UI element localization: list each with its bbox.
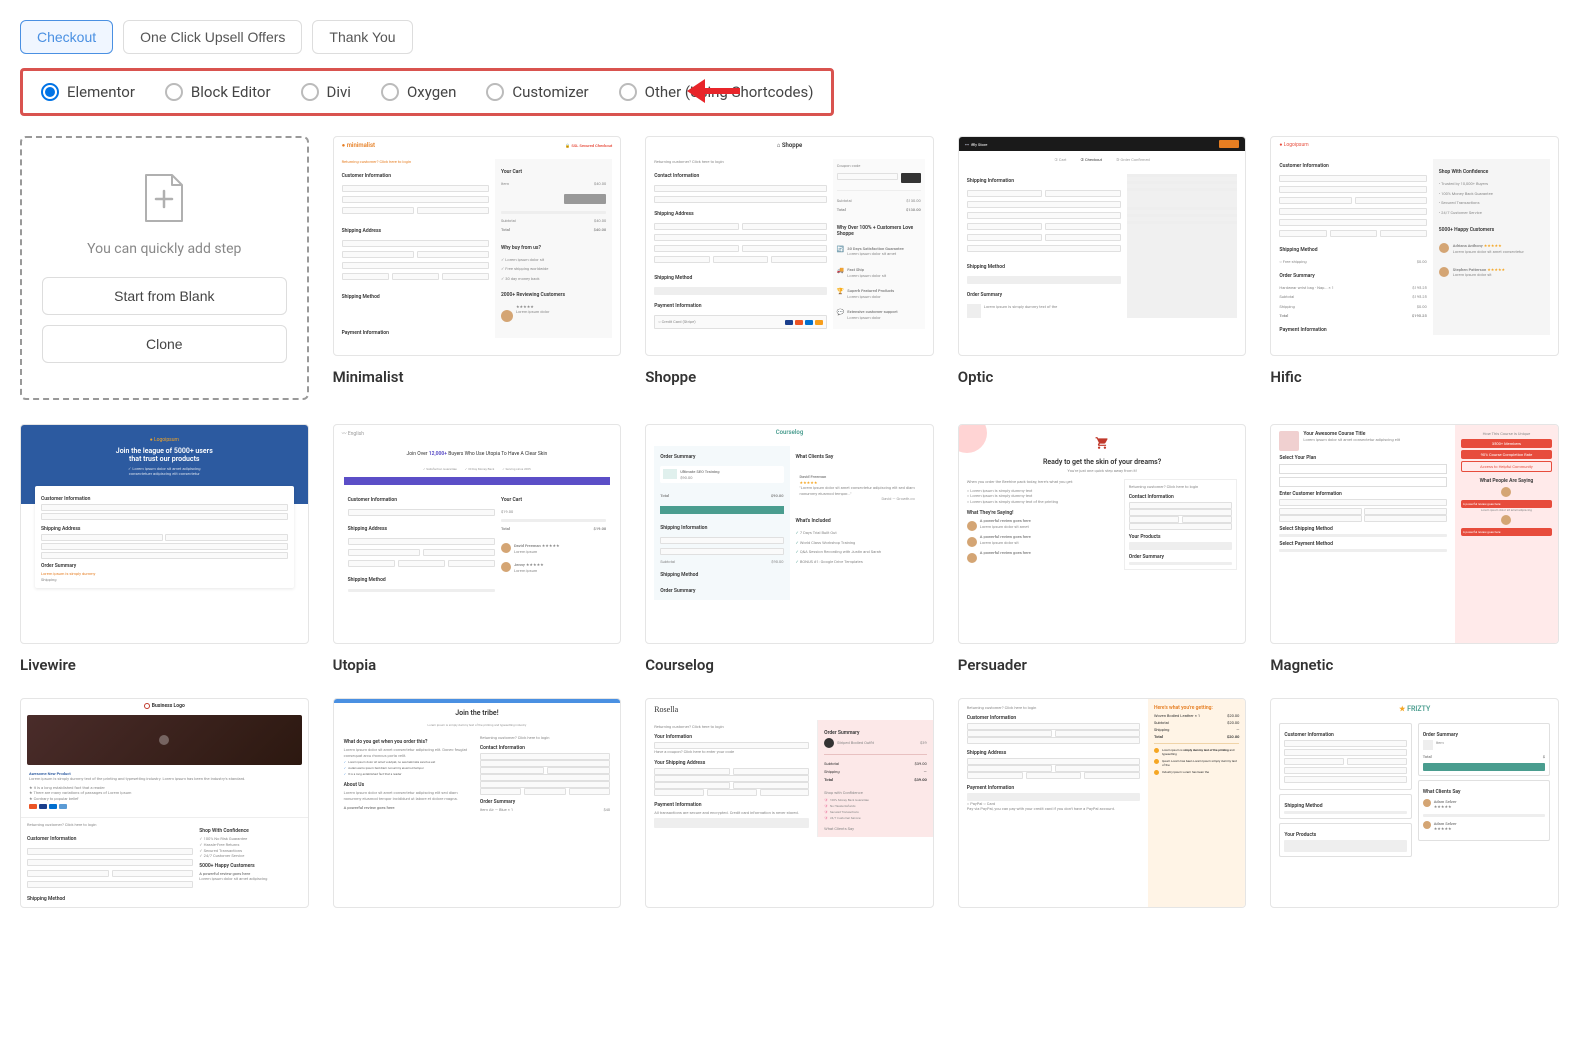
template-thumbnail: Your Awesome Course Title Lorem ipsum do… xyxy=(1270,424,1559,644)
template-card-hific[interactable]: ● Logoipsum Customer Information Shippin… xyxy=(1270,136,1559,400)
template-thumbnail: Join the tribe! Lorem ipsum is simply du… xyxy=(333,698,622,908)
radio-block-editor[interactable]: Block Editor xyxy=(165,83,271,101)
template-card-row3-3[interactable]: Rosella Returning customer? Click here t… xyxy=(645,698,934,908)
template-thumbnail: Returning customer? Click here to login … xyxy=(958,698,1247,908)
template-card-utopia[interactable]: 〰 English Join Over 12,000+ Buyers Who U… xyxy=(333,424,622,674)
radio-customizer[interactable]: Customizer xyxy=(486,83,588,101)
radio-icon xyxy=(165,83,183,101)
template-grid: You can quickly add step Start from Blan… xyxy=(20,136,1559,908)
template-thumbnail: ⌂ Shoppe Returning customer? Click here … xyxy=(645,136,934,356)
template-thumbnail: ● Logoipsum Join the league of 5000+ use… xyxy=(20,424,309,644)
template-card-minimalist[interactable]: ● minimalist🔒 SSL Secured Checkout Retur… xyxy=(333,136,622,400)
clone-button[interactable]: Clone xyxy=(42,325,287,363)
template-thumbnail: 〰 English Join Over 12,000+ Buyers Who U… xyxy=(333,424,622,644)
radio-elementor[interactable]: Elementor xyxy=(41,83,135,101)
template-card-courselog[interactable]: Courselog Order Summary Ultimate SEO Tra… xyxy=(645,424,934,674)
template-title: Utopia xyxy=(333,656,622,674)
template-thumbnail: ● minimalist🔒 SSL Secured Checkout Retur… xyxy=(333,136,622,356)
add-page-icon xyxy=(142,173,186,227)
annotation-arrow-icon xyxy=(685,73,745,109)
blank-template-card: You can quickly add step Start from Blan… xyxy=(20,136,309,400)
start-from-blank-button[interactable]: Start from Blank xyxy=(42,277,287,315)
template-title: Minimalist xyxy=(333,368,622,386)
step-type-tabs: Checkout One Click Upsell Offers Thank Y… xyxy=(20,20,1559,54)
template-card-magnetic[interactable]: Your Awesome Course Title Lorem ipsum do… xyxy=(1270,424,1559,674)
template-card-row3-2[interactable]: Join the tribe! Lorem ipsum is simply du… xyxy=(333,698,622,908)
template-title: Shoppe xyxy=(645,368,934,386)
template-card-row3-1[interactable]: Business Logo Awesome New Product Lorem … xyxy=(20,698,309,908)
template-title: Courselog xyxy=(645,656,934,674)
template-card-row3-5[interactable]: FRIZTY Customer Information Shipping Met… xyxy=(1270,698,1559,908)
blank-subtitle: You can quickly add step xyxy=(87,241,241,257)
template-thumbnail: 👓 iffly Store ① Cart② Checkout③ Order Co… xyxy=(958,136,1247,356)
radio-icon xyxy=(41,83,59,101)
tab-upsell[interactable]: One Click Upsell Offers xyxy=(123,20,302,54)
template-thumbnail: Ready to get the skin of your dreams? Yo… xyxy=(958,424,1247,644)
template-title: Livewire xyxy=(20,656,309,674)
template-title: Hific xyxy=(1270,368,1559,386)
template-card-shoppe[interactable]: ⌂ Shoppe Returning customer? Click here … xyxy=(645,136,934,400)
template-title: Optic xyxy=(958,368,1247,386)
template-thumbnail: Courselog Order Summary Ultimate SEO Tra… xyxy=(645,424,934,644)
radio-divi[interactable]: Divi xyxy=(301,83,351,101)
template-thumbnail: Business Logo Awesome New Product Lorem … xyxy=(20,698,309,908)
radio-icon xyxy=(486,83,504,101)
template-thumbnail: FRIZTY Customer Information Shipping Met… xyxy=(1270,698,1559,908)
radio-icon xyxy=(619,83,637,101)
radio-icon xyxy=(381,83,399,101)
radio-icon xyxy=(301,83,319,101)
template-thumbnail: Rosella Returning customer? Click here t… xyxy=(645,698,934,908)
template-card-row3-4[interactable]: Returning customer? Click here to login … xyxy=(958,698,1247,908)
template-thumbnail: ● Logoipsum Customer Information Shippin… xyxy=(1270,136,1559,356)
radio-oxygen[interactable]: Oxygen xyxy=(381,83,456,101)
template-title: Magnetic xyxy=(1270,656,1559,674)
tab-checkout[interactable]: Checkout xyxy=(20,20,113,54)
tab-thankyou[interactable]: Thank You xyxy=(312,20,412,54)
template-card-livewire[interactable]: ● Logoipsum Join the league of 5000+ use… xyxy=(20,424,309,674)
template-title: Persuader xyxy=(958,656,1247,674)
template-card-optic[interactable]: 👓 iffly Store ① Cart② Checkout③ Order Co… xyxy=(958,136,1247,400)
template-card-persuader[interactable]: Ready to get the skin of your dreams? Yo… xyxy=(958,424,1247,674)
